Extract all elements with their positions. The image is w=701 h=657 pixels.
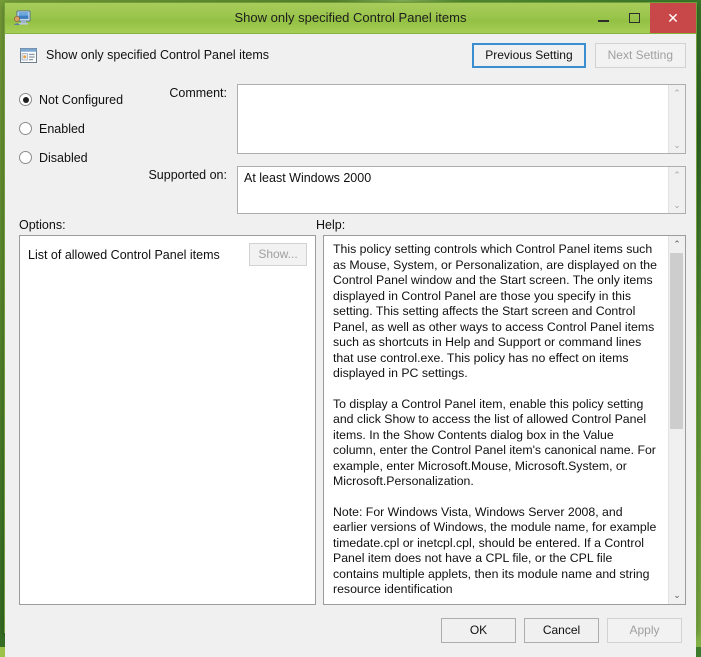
radio-disabled[interactable]: Disabled xyxy=(19,145,147,170)
policy-header: Show only specified Control Panel items … xyxy=(5,34,696,76)
previous-setting-button[interactable]: Previous Setting xyxy=(472,42,586,68)
policy-state-radio-group: Not Configured Enabled Disabled xyxy=(19,80,147,212)
dialog-footer: OK Cancel Apply xyxy=(5,605,696,657)
policy-computer-icon xyxy=(13,9,31,27)
supported-scroll-down-icon[interactable]: ⌄ xyxy=(669,197,685,213)
options-label: Options: xyxy=(19,218,66,232)
option-label-allowed-items: List of allowed Control Panel items xyxy=(28,247,220,262)
help-text-content: This policy setting controls which Contr… xyxy=(324,236,668,604)
window-body: Show only specified Control Panel items … xyxy=(5,34,696,657)
radio-enabled-label: Enabled xyxy=(39,121,85,136)
cancel-button[interactable]: Cancel xyxy=(524,618,599,643)
help-scroll-up-icon[interactable]: ⌃ xyxy=(669,236,685,252)
supported-on-scrollbar[interactable]: ⌃ ⌄ xyxy=(668,167,685,213)
supported-on-textbox[interactable]: At least Windows 2000 ⌃ ⌄ xyxy=(237,166,686,214)
help-label: Help: xyxy=(316,218,346,232)
comment-scrollbar[interactable]: ⌃ ⌄ xyxy=(668,85,685,153)
comment-scroll-up-icon[interactable]: ⌃ xyxy=(669,85,685,101)
title-bar: Show only specified Control Panel items … xyxy=(5,3,696,34)
comment-field-row: Comment: ⌃ ⌄ xyxy=(147,84,686,154)
comment-textbox[interactable]: ⌃ ⌄ xyxy=(237,84,686,154)
policy-setting-icon xyxy=(19,46,38,65)
minimize-icon xyxy=(598,19,609,22)
metadata-fields: Comment: ⌃ ⌄ Supported on: At least Wind… xyxy=(147,80,686,214)
close-icon: ✕ xyxy=(667,10,679,26)
supported-scroll-up-icon[interactable]: ⌃ xyxy=(669,167,685,183)
radio-not-configured-indicator xyxy=(19,93,32,106)
supported-on-value: At least Windows 2000 xyxy=(244,171,372,185)
help-paragraph-2: To display a Control Panel item, enable … xyxy=(333,396,656,489)
minimize-button[interactable] xyxy=(588,3,619,33)
policy-setting-window: Show only specified Control Panel items … xyxy=(4,2,697,657)
help-paragraph-1: This policy setting controls which Contr… xyxy=(333,242,657,380)
comment-scroll-down-icon[interactable]: ⌄ xyxy=(669,137,685,153)
radio-not-configured-label: Not Configured xyxy=(39,92,124,107)
comment-label: Comment: xyxy=(169,86,227,100)
options-panel: List of allowed Control Panel items Show… xyxy=(19,235,316,605)
ok-button[interactable]: OK xyxy=(441,618,516,643)
radio-enabled-indicator xyxy=(19,122,32,135)
panel-labels: Options: Help: xyxy=(5,212,696,235)
panels-container: List of allowed Control Panel items Show… xyxy=(5,235,696,605)
state-and-metadata-area: Not Configured Enabled Disabled Comment: xyxy=(5,76,696,214)
help-panel: This policy setting controls which Contr… xyxy=(323,235,686,605)
apply-button[interactable]: Apply xyxy=(607,618,682,643)
policy-title: Show only specified Control Panel items xyxy=(46,48,270,62)
maximize-button[interactable] xyxy=(619,3,650,33)
radio-enabled[interactable]: Enabled xyxy=(19,116,147,141)
help-scroll-down-icon[interactable]: ⌄ xyxy=(669,588,685,604)
help-paragraph-3: Note: For Windows Vista, Windows Server … xyxy=(333,504,657,597)
maximize-icon xyxy=(629,13,640,23)
setting-nav-buttons: Previous Setting Next Setting xyxy=(472,42,686,68)
window-controls: ✕ xyxy=(588,3,696,33)
radio-disabled-indicator xyxy=(19,151,32,164)
option-row-allowed-items: List of allowed Control Panel items Show… xyxy=(20,236,315,266)
supported-on-label: Supported on: xyxy=(148,168,227,182)
radio-not-configured[interactable]: Not Configured xyxy=(19,87,147,112)
close-button[interactable]: ✕ xyxy=(650,3,696,33)
supported-field-row: Supported on: At least Windows 2000 ⌃ ⌄ xyxy=(147,166,686,214)
show-list-button[interactable]: Show... xyxy=(249,243,307,266)
comment-value[interactable] xyxy=(238,85,668,153)
help-scroll-thumb[interactable] xyxy=(670,253,683,429)
next-setting-button[interactable]: Next Setting xyxy=(594,42,686,68)
help-scrollbar[interactable]: ⌃ ⌄ xyxy=(668,236,685,604)
radio-disabled-label: Disabled xyxy=(39,150,88,165)
